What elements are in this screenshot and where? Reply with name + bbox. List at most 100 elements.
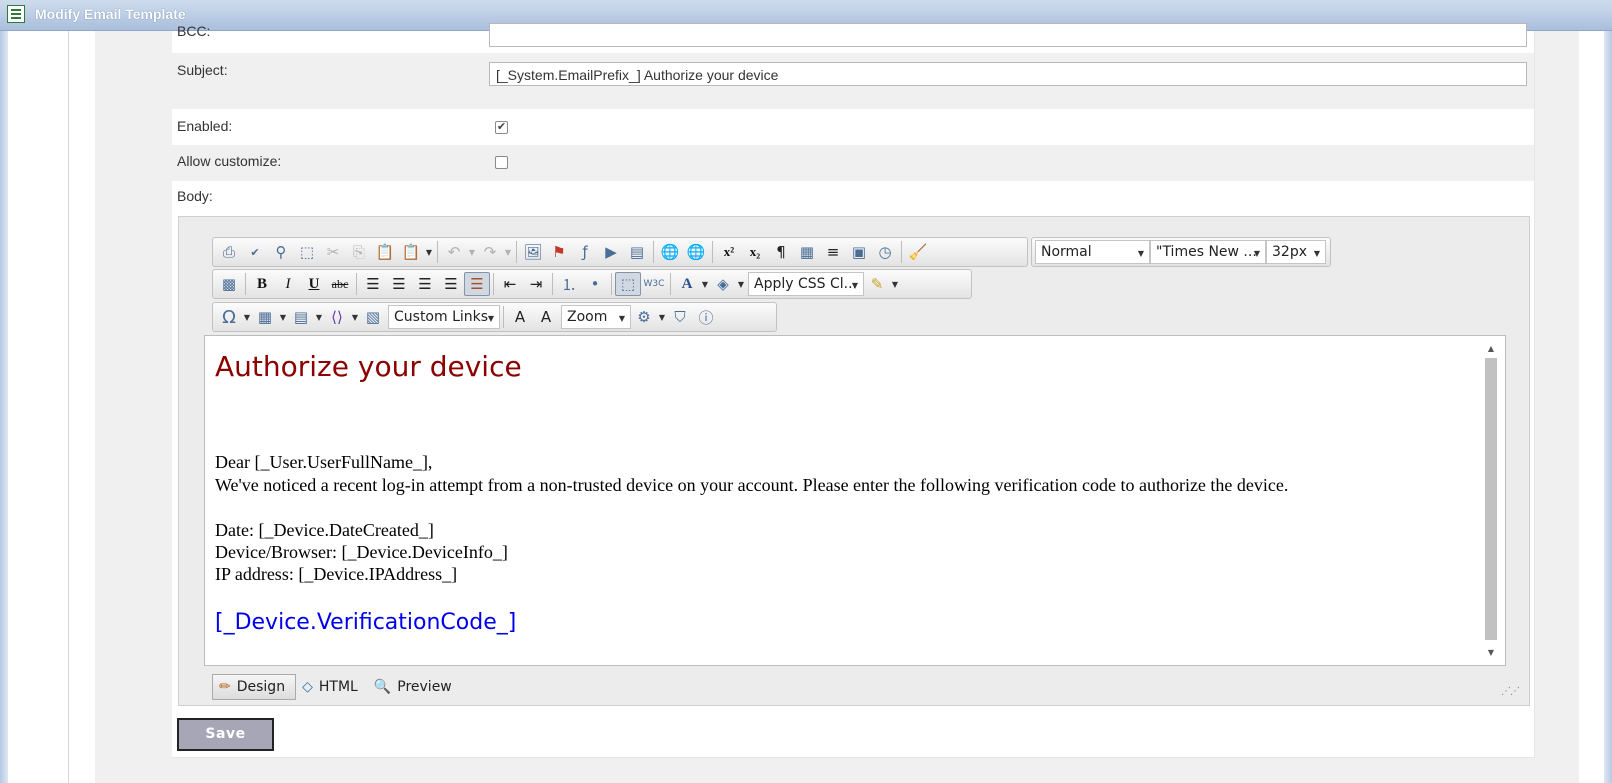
redo-icon[interactable]: ↷ xyxy=(477,240,503,264)
window-title: Modify Email Template xyxy=(35,6,186,22)
font-size-up-icon[interactable]: A xyxy=(507,305,533,329)
zoom-dropdown[interactable]: Zoom ▼ xyxy=(561,305,631,329)
cut-icon[interactable]: ✂ xyxy=(320,240,346,264)
underline-icon[interactable]: U xyxy=(301,272,327,296)
paragraph-style-dropdown[interactable]: Normal ▼ xyxy=(1035,240,1150,264)
justify-none-icon[interactable]: ☰ xyxy=(464,272,490,296)
xhtml-validator-icon[interactable]: W3C xyxy=(641,272,667,296)
insert-table-icon[interactable]: ▦ xyxy=(252,305,278,329)
paste-options-dropdown-icon[interactable]: ▼ xyxy=(424,248,434,257)
justify-full-icon[interactable]: ☰ xyxy=(438,272,464,296)
ordered-list-icon[interactable]: ⒈ xyxy=(556,272,582,296)
font-name-value: "Times New ... xyxy=(1156,244,1257,260)
about-icon[interactable]: ⓘ xyxy=(693,305,719,329)
enabled-row: Enabled: ✔ xyxy=(172,109,1534,145)
print-icon[interactable]: ⎙ xyxy=(216,240,242,264)
italic-icon[interactable]: I xyxy=(275,272,301,296)
verification-code: [_Device.VerificationCode_] xyxy=(215,610,517,635)
font-size-down-icon[interactable]: A xyxy=(533,305,559,329)
justify-right-icon[interactable]: ☰ xyxy=(412,272,438,296)
remove-link-icon[interactable]: 🌐 xyxy=(683,240,709,264)
justify-center-icon[interactable]: ☰ xyxy=(386,272,412,296)
redo-dropdown-icon[interactable]: ▼ xyxy=(503,248,513,257)
insert-date-icon[interactable]: ◷ xyxy=(872,240,898,264)
font-name-dropdown[interactable]: "Times New ... ▼ xyxy=(1150,240,1266,264)
paragraph-icon[interactable]: ¶ xyxy=(768,240,794,264)
scroll-down-icon[interactable]: ▼ xyxy=(1485,648,1497,657)
undo-dropdown-icon[interactable]: ▼ xyxy=(467,248,477,257)
magnifier-icon: 🔍 xyxy=(373,679,392,695)
spellcheck-icon[interactable]: ✔ xyxy=(242,240,268,264)
hyperlink-icon[interactable]: 🌐 xyxy=(657,240,683,264)
format-stripper-icon[interactable]: 🧹 xyxy=(905,240,931,264)
table-wizard-dropdown-icon[interactable]: ▼ xyxy=(314,313,324,322)
editor-content-area[interactable]: Authorize your device Dear [_User.UserFu… xyxy=(204,335,1506,666)
undo-icon[interactable]: ↶ xyxy=(441,240,467,264)
insert-snippet-icon[interactable]: ⟨⟩ xyxy=(324,305,350,329)
toolbar-row-1: ⎙ ✔ ⚲ ⬚ ✂ ⎘ 📋 📋 ▼ ↶ ▼ ↷ ▼ 🖼 ⚑ ƒ ▶ ▤ 🌐 🌐 x² … xyxy=(212,237,1028,267)
paste-icon[interactable]: 📋 xyxy=(372,240,398,264)
bold-icon[interactable]: B xyxy=(249,272,275,296)
back-color-icon[interactable]: ◈ xyxy=(710,272,736,296)
strikethrough-icon[interactable]: abc xyxy=(327,272,353,296)
preview-mode-tab[interactable]: 🔍 Preview xyxy=(368,674,462,700)
toolbar-row-1-dropdowns: Normal ▼ "Times New ... ▼ 32px ▼ xyxy=(1031,237,1331,267)
superscript-icon[interactable]: x² xyxy=(716,240,742,264)
special-character-dropdown-icon[interactable]: ▼ xyxy=(242,313,252,322)
insert-snippet-dropdown-icon[interactable]: ▼ xyxy=(350,313,360,322)
table-wizard-icon[interactable]: ▤ xyxy=(288,305,314,329)
toolbar-separator xyxy=(503,306,504,328)
special-character-icon[interactable]: Ω xyxy=(216,305,242,329)
editor-scrollbar[interactable]: ▲ ▼ xyxy=(1485,344,1497,658)
flash-manager-icon[interactable]: ƒ xyxy=(572,240,598,264)
toolbar-separator xyxy=(245,273,246,295)
save-button[interactable]: Save xyxy=(177,718,274,751)
media-manager-icon[interactable]: ▶ xyxy=(598,240,624,264)
template-manager-icon[interactable]: ▣ xyxy=(846,240,872,264)
message-line: We've noticed a recent log-in attempt fr… xyxy=(215,475,1289,495)
scrollbar-thumb[interactable] xyxy=(1485,358,1497,640)
html-mode-tab[interactable]: ◇ HTML xyxy=(296,674,368,700)
image-properties-icon[interactable]: ▧ xyxy=(360,305,386,329)
font-size-dropdown[interactable]: 32px ▼ xyxy=(1266,240,1326,264)
find-replace-icon[interactable]: ⚲ xyxy=(268,240,294,264)
justify-left-icon[interactable]: ☰ xyxy=(360,272,386,296)
image-map-icon[interactable]: ⚑ xyxy=(546,240,572,264)
scroll-up-icon[interactable]: ▲ xyxy=(1485,344,1497,353)
unordered-list-icon[interactable]: • xyxy=(582,272,608,296)
enabled-checkbox[interactable]: ✔ xyxy=(495,121,508,134)
image-manager-icon[interactable]: 🖼 xyxy=(520,240,546,264)
format-painter-dropdown-icon[interactable]: ▼ xyxy=(890,280,900,289)
select-all-icon[interactable]: ⬚ xyxy=(294,240,320,264)
insert-table-dropdown-icon[interactable]: ▼ xyxy=(278,313,288,322)
window-border-left xyxy=(0,31,8,783)
track-changes-icon[interactable]: ⛉ xyxy=(667,305,693,329)
zoom-value: Zoom xyxy=(567,309,608,325)
allow-customize-checkbox[interactable] xyxy=(495,156,508,169)
set-image-properties-icon[interactable]: ▩ xyxy=(216,272,242,296)
design-mode-tab[interactable]: ✏ Design xyxy=(212,674,297,700)
document-manager-icon[interactable]: ▤ xyxy=(624,240,650,264)
module-manager-icon[interactable]: ⚙ xyxy=(631,305,657,329)
paste-options-icon[interactable]: 📋 xyxy=(398,240,424,264)
copy-icon[interactable]: ⎘ xyxy=(346,240,372,264)
body-row: Body: xyxy=(172,181,1534,209)
format-painter-icon[interactable]: ✎ xyxy=(864,272,890,296)
css-class-dropdown[interactable]: Apply CSS Cl... ▼ xyxy=(748,272,864,296)
outdent-icon[interactable]: ⇤ xyxy=(497,272,523,296)
align-icon[interactable]: ≡ xyxy=(820,240,846,264)
allow-customize-row: Allow customize: xyxy=(172,145,1534,181)
paste-plain-text-icon[interactable]: ▦ xyxy=(794,240,820,264)
resize-grip-icon[interactable]: ⋰⋰ xyxy=(1501,686,1520,697)
subject-field[interactable]: [_System.EmailPrefix_] Authorize your de… xyxy=(489,62,1527,86)
module-manager-dropdown-icon[interactable]: ▼ xyxy=(657,313,667,322)
back-color-dropdown-icon[interactable]: ▼ xyxy=(736,280,746,289)
fore-color-dropdown-icon[interactable]: ▼ xyxy=(700,280,710,289)
custom-links-dropdown[interactable]: Custom Links ▼ xyxy=(388,305,500,329)
fore-color-icon[interactable]: A xyxy=(674,272,700,296)
bcc-field[interactable] xyxy=(489,23,1527,47)
toggle-borders-icon[interactable]: ⬚ xyxy=(615,272,641,296)
indent-icon[interactable]: ⇥ xyxy=(523,272,549,296)
toolbar-separator xyxy=(552,273,553,295)
subscript-icon[interactable]: x₂ xyxy=(742,240,768,264)
